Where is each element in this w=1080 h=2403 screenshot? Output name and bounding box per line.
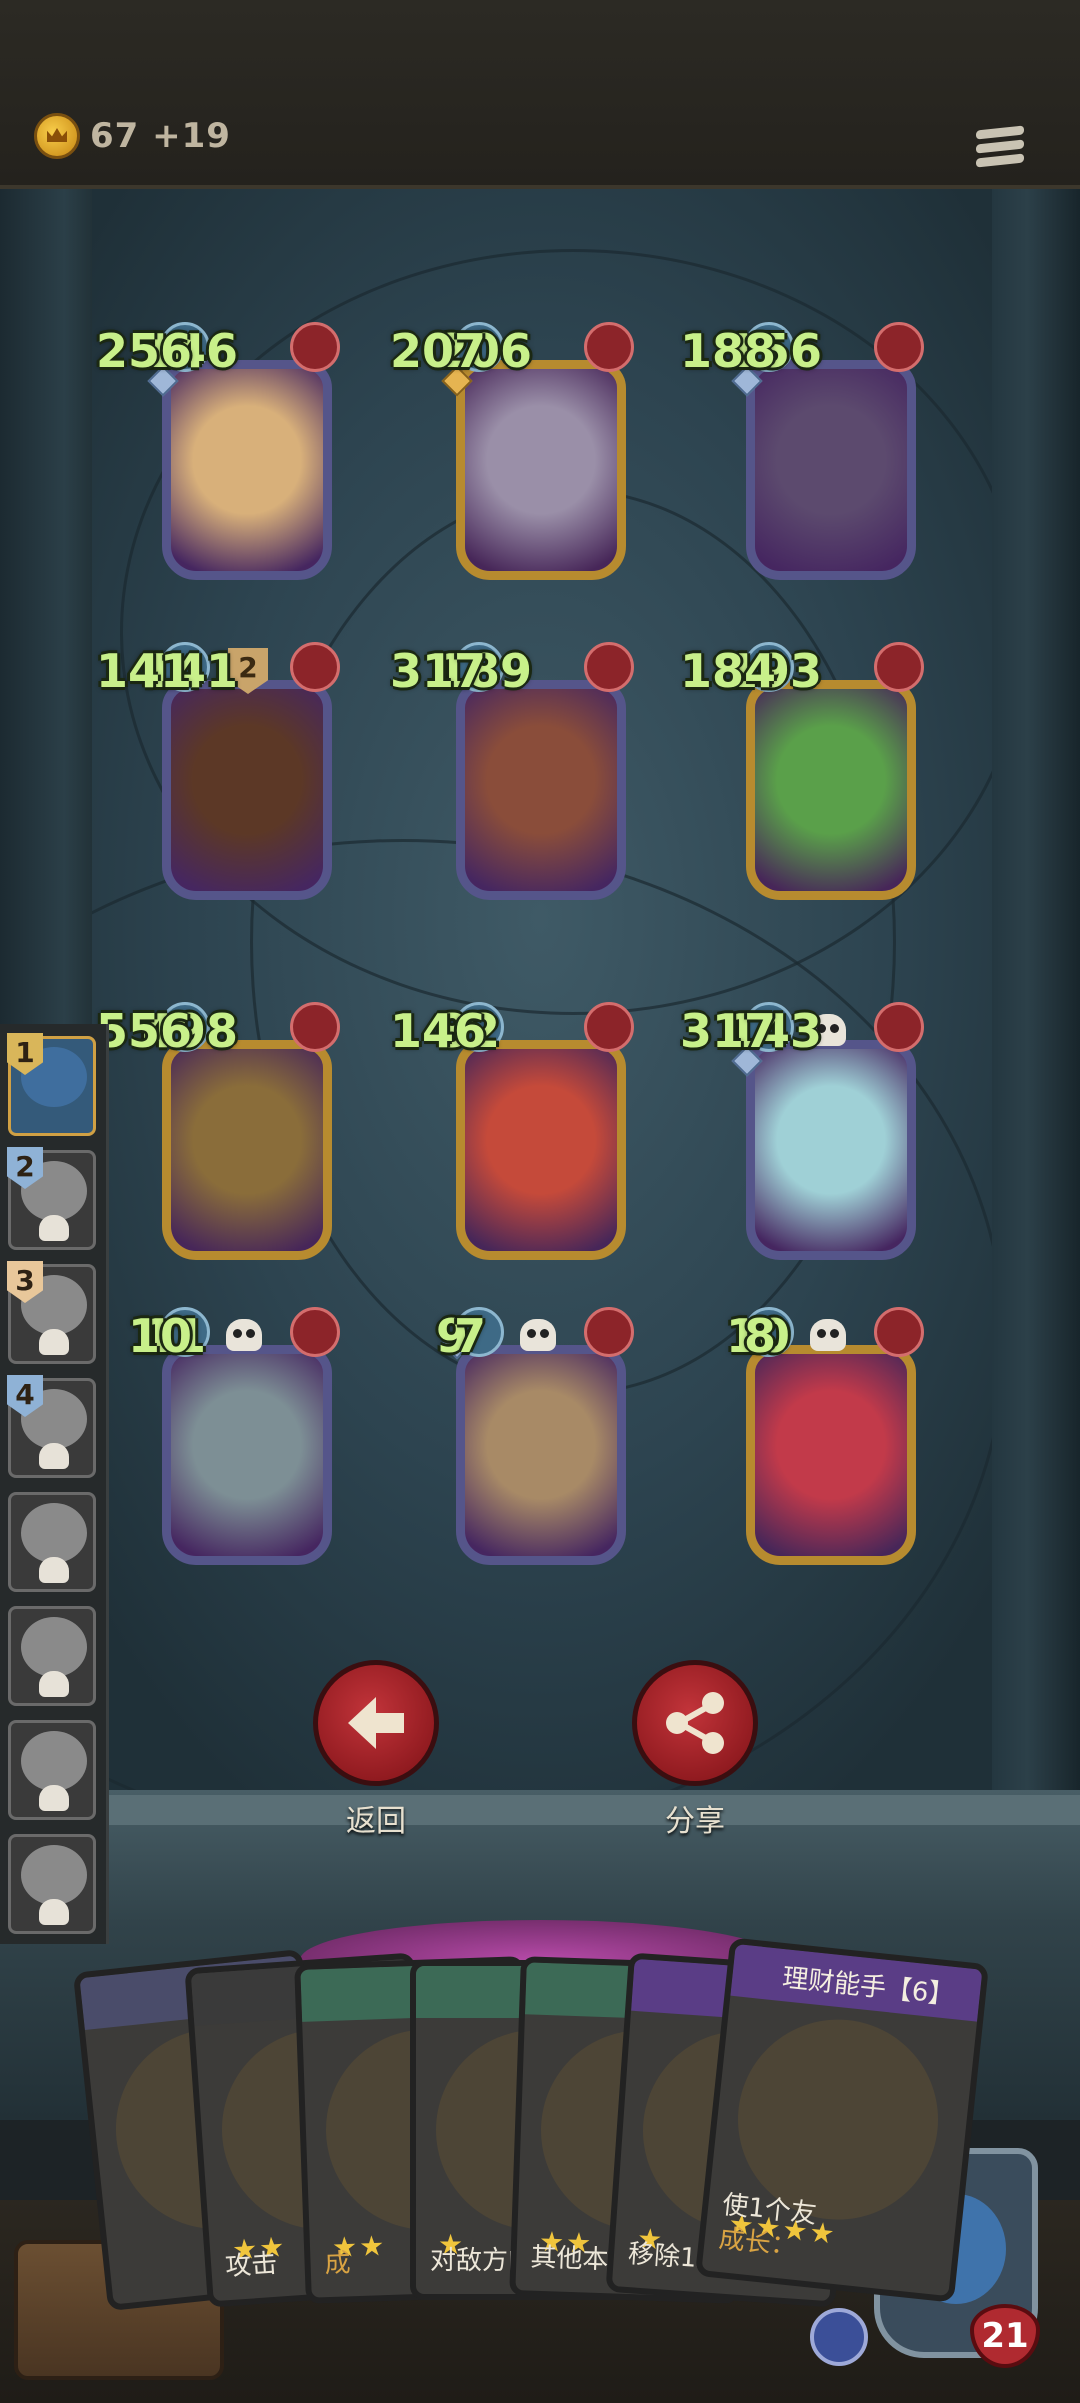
unit-frame [746, 360, 916, 580]
opponent-item[interactable] [8, 1720, 96, 1820]
opponent-avatar [21, 1503, 87, 1563]
skull-icon [39, 1215, 69, 1241]
back-button[interactable] [313, 1660, 439, 1786]
share-label: 分享 [665, 1804, 725, 1839]
unit-frame [162, 1345, 332, 1565]
opponent-avatar [21, 1731, 87, 1791]
unit-health: 556 [95, 1004, 192, 1058]
skull-icon [39, 1899, 69, 1925]
unit-frame [162, 1040, 332, 1260]
crown-coin-icon [34, 113, 80, 159]
opponent-item[interactable] [8, 1606, 96, 1706]
back-label: 返回 [346, 1804, 406, 1839]
health-icon [584, 1307, 634, 1357]
skull-icon [39, 1443, 69, 1469]
health-icon [874, 642, 924, 692]
opponent-item[interactable]: 3 [7, 1261, 96, 1364]
health-icon [290, 322, 340, 372]
health-icon [290, 642, 340, 692]
unit-health: 317 [679, 1004, 776, 1058]
unit-health: 188 [679, 324, 776, 378]
opponent-item[interactable]: 2 [7, 1147, 96, 1250]
unit-health: 141 [95, 644, 192, 698]
armor-shield-icon [810, 2308, 868, 2366]
mushroom-witch-portrait [171, 1049, 323, 1251]
health-icon [584, 1002, 634, 1052]
opponent-item[interactable]: 4 [7, 1375, 96, 1478]
skull-icon [226, 1319, 262, 1351]
fish-tank-robot-portrait [755, 1049, 907, 1251]
health-icon [290, 1002, 340, 1052]
hand-card[interactable]: 理财能手【6】 ★★★★ 使1个友 成长： [694, 1937, 990, 2303]
unit-health: 10 [127, 1309, 192, 1363]
arrow-left-icon [348, 1697, 404, 1749]
share-icon [666, 1692, 724, 1754]
unit-frame [746, 1345, 916, 1565]
helmet-soldier-portrait [465, 689, 617, 891]
health-icon [874, 1002, 924, 1052]
health-icon [584, 642, 634, 692]
airship-portrait [465, 1354, 617, 1556]
red-goblin-portrait [465, 1049, 617, 1251]
skull-icon [39, 1671, 69, 1697]
health-icon [290, 1307, 340, 1357]
health-icon [874, 322, 924, 372]
skull-icon [520, 1319, 556, 1351]
unit-health: 256 [95, 324, 192, 378]
unit-frame [456, 1040, 626, 1260]
unit-frame [162, 680, 332, 900]
unit-frame [746, 680, 916, 900]
menu-icon[interactable] [976, 125, 1024, 174]
gold-counter: 67 +19 [90, 116, 231, 156]
plant-creature-portrait [755, 689, 907, 891]
robot-portrait [171, 1354, 323, 1556]
ledge-top [0, 1795, 1080, 1825]
health-icon [874, 1307, 924, 1357]
unit-health: 8 [743, 1309, 776, 1363]
unit-frame [746, 1040, 916, 1260]
opponent-item[interactable] [8, 1492, 96, 1592]
unit-frame [456, 680, 626, 900]
unit-frame [456, 1345, 626, 1565]
skull-icon [810, 1319, 846, 1351]
unit-frame [162, 360, 332, 580]
health-icon [584, 322, 634, 372]
opponent-sidebar: 1 2 3 4 [0, 1024, 109, 1944]
unit-health: 7 [453, 1309, 486, 1363]
unit-health: 317 [389, 644, 486, 698]
dwarf-warrior-portrait [171, 369, 323, 571]
unit-health: 184 [679, 644, 776, 698]
opponent-avatar [21, 1617, 87, 1677]
skull-icon [39, 1557, 69, 1583]
opponent-item[interactable]: 1 [7, 1033, 96, 1136]
scarecrow-portrait [755, 369, 907, 571]
opponent-avatar [21, 1845, 87, 1905]
share-button[interactable] [632, 1660, 758, 1786]
top-bar: 67 +19 [0, 0, 1080, 189]
boar-portrait [171, 689, 323, 891]
wolf-portrait [465, 369, 617, 571]
unit-health: 146 [389, 1004, 486, 1058]
unit-health: 207 [389, 324, 486, 378]
clown-portrait [755, 1354, 907, 1556]
right-pillar [992, 189, 1080, 1809]
skull-icon [39, 1329, 69, 1355]
skull-icon [39, 1785, 69, 1811]
opponent-item[interactable] [8, 1834, 96, 1934]
unit-frame [456, 360, 626, 580]
